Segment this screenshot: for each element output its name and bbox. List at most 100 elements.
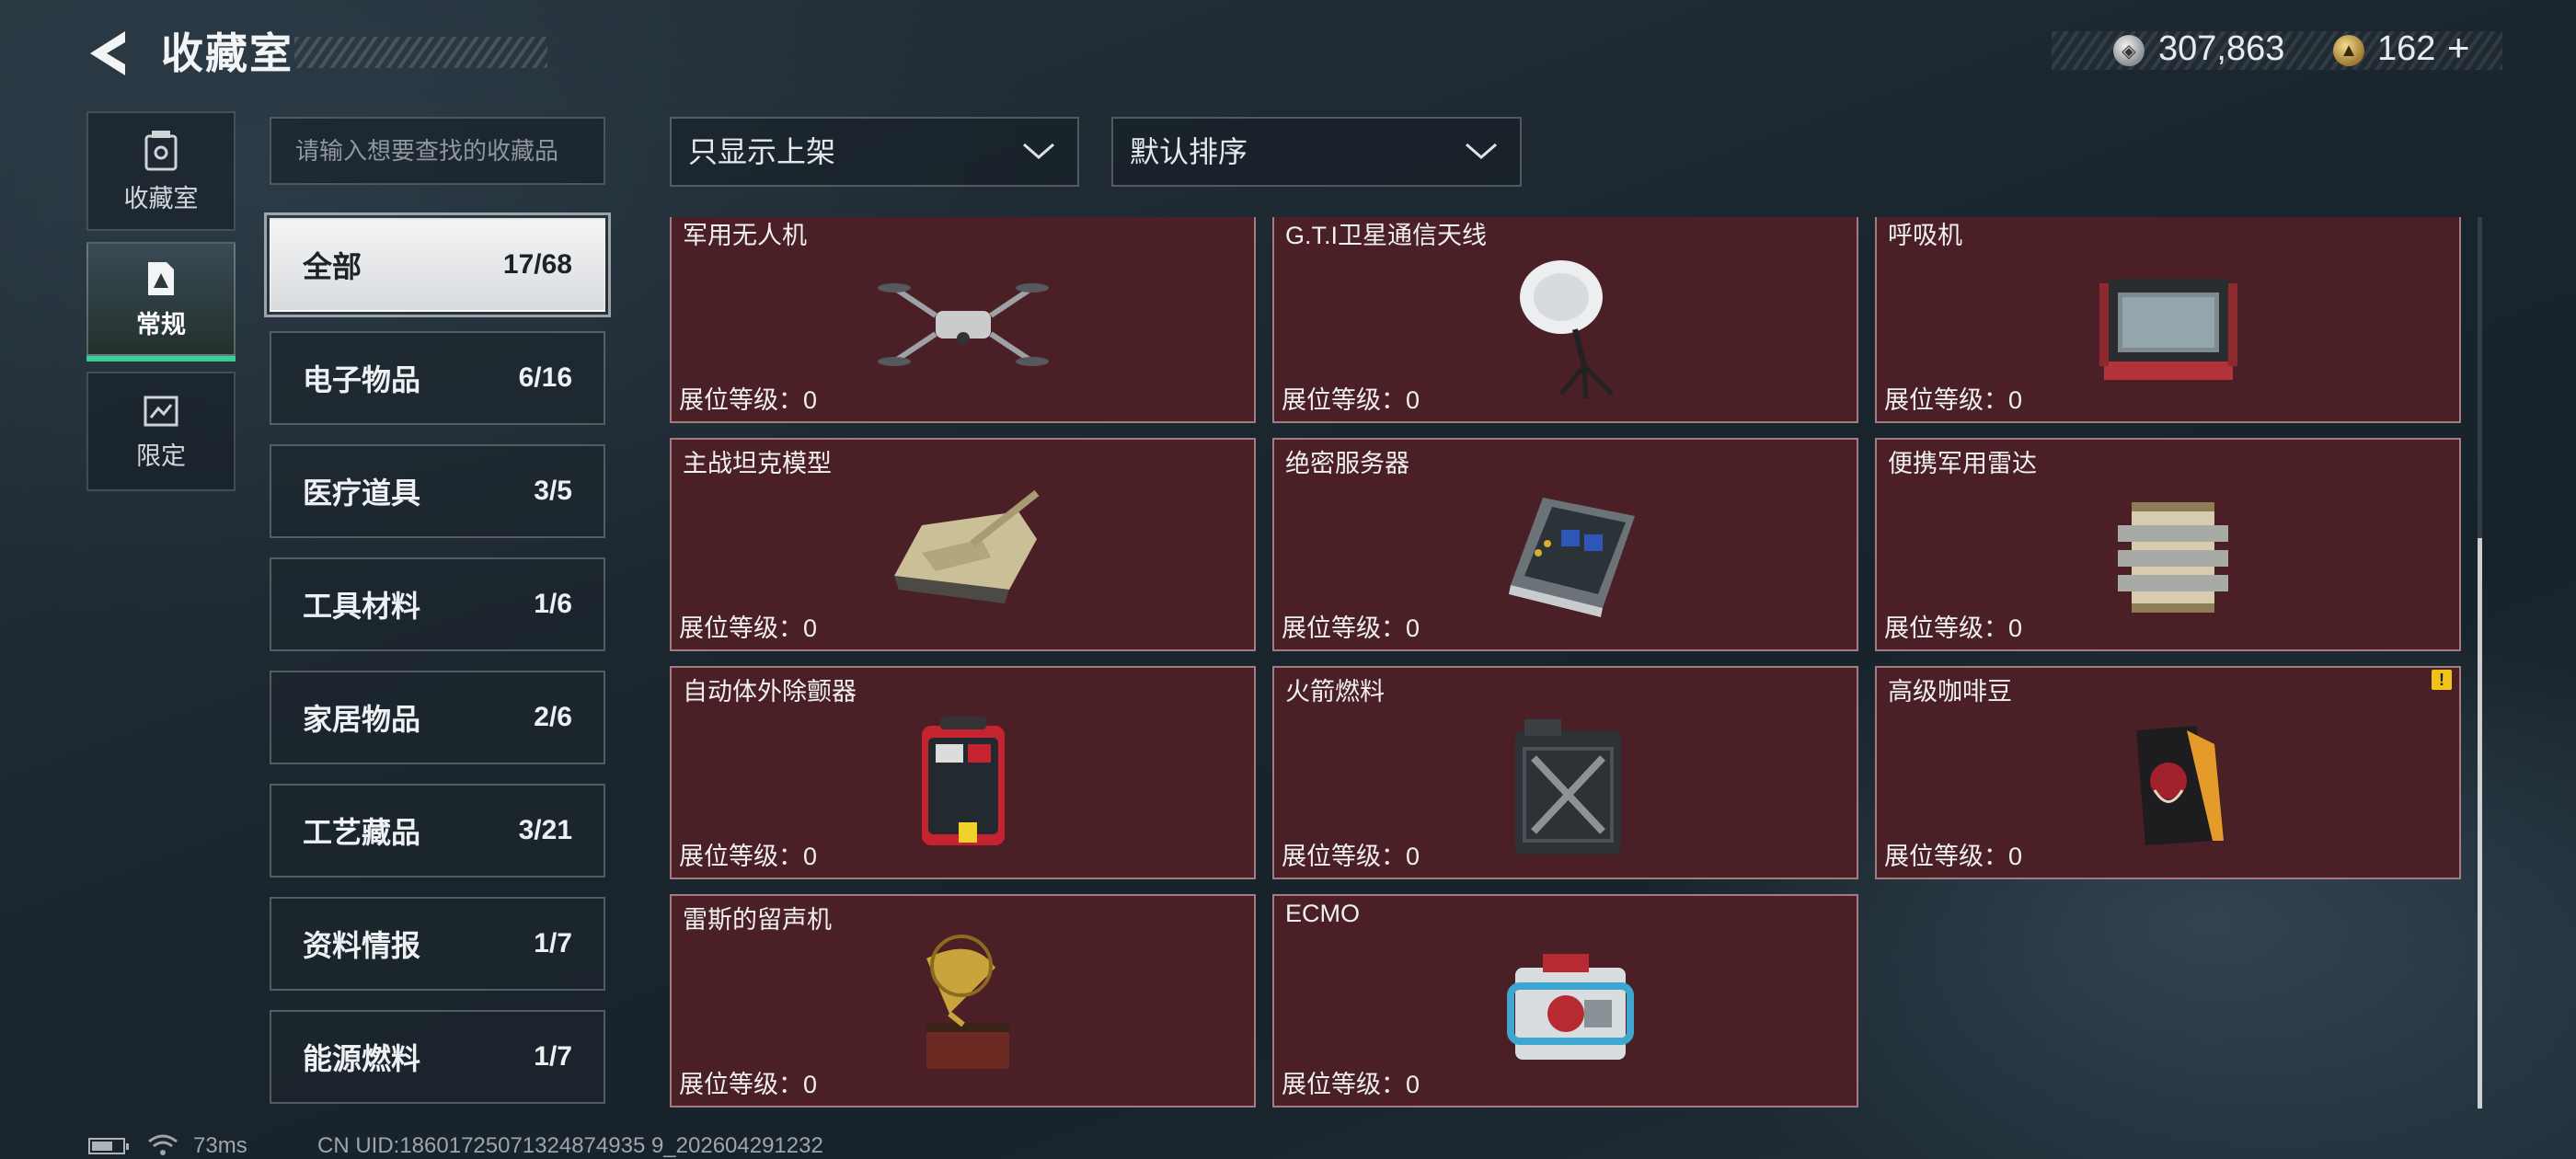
item-card[interactable]: 便携军用雷达 展位等级：0 — [1875, 438, 2461, 651]
item-name: 军用无人机 — [683, 222, 807, 249]
category-count: 2/6 — [534, 702, 572, 732]
category-name: 医疗道具 — [303, 476, 421, 510]
back-button[interactable] — [83, 26, 138, 81]
item-level: 展位等级：0 — [1884, 843, 2023, 870]
item-card[interactable]: 自动体外除颤器 展位等级：0 — [670, 666, 1256, 879]
battery-icon — [88, 1138, 129, 1154]
page-title: 收藏室 — [161, 29, 293, 77]
item-level: 展位等级：0 — [679, 614, 818, 642]
server-icon — [1508, 498, 1635, 617]
side-tab-label: 限定 — [136, 442, 186, 470]
item-card[interactable]: ECMO 展位等级：0 — [1272, 894, 1858, 1107]
add-currency-button[interactable]: + — [2447, 26, 2470, 70]
item-name: G.T.I卫星通信天线 — [1285, 222, 1488, 249]
category-household[interactable]: 家居物品 2/6 — [270, 671, 605, 764]
category-electronics[interactable]: 电子物品 6/16 — [270, 331, 605, 425]
chevron-down-icon — [1023, 143, 1054, 159]
limited-collection-icon — [144, 396, 178, 426]
category-count: 1/6 — [534, 589, 572, 619]
item-name: 主战坦克模型 — [683, 450, 832, 477]
item-name: 自动体外除颤器 — [683, 678, 857, 706]
category-count: 3/5 — [534, 476, 572, 506]
category-count: 6/16 — [518, 362, 572, 393]
display-filter-value: 只显示上架 — [688, 135, 836, 168]
collection-grid[interactable]: 军用无人机 展位等级：0 G.T.I卫星通信天线 展位等级：0 呼吸机 展位等级… — [670, 217, 2464, 1109]
satellite-dish-icon — [1519, 260, 1614, 399]
category-intel[interactable]: 资料情报 1/7 — [270, 897, 605, 991]
item-name: 便携军用雷达 — [1888, 450, 2037, 477]
display-filter-dropdown[interactable]: 只显示上架 — [670, 117, 1079, 187]
category-name: 能源燃料 — [303, 1042, 421, 1075]
item-card[interactable]: G.T.I卫星通信天线 展位等级：0 — [1272, 217, 1858, 423]
defibrillator-icon — [921, 717, 1005, 845]
item-level: 展位等级：0 — [679, 386, 818, 414]
sort-order-value: 默认排序 — [1130, 135, 1248, 168]
silver-currency-value: 307,863 — [2158, 29, 2285, 68]
sort-order-dropdown[interactable]: 默认排序 — [1111, 117, 1522, 187]
back-arrow-icon — [90, 31, 125, 75]
item-name: 绝密服务器 — [1285, 450, 1409, 477]
gramophone-icon — [926, 935, 1009, 1069]
category-medical[interactable]: 医疗道具 3/5 — [270, 444, 605, 538]
category-energy[interactable]: 能源燃料 1/7 — [270, 1010, 605, 1104]
item-level: 展位等级：0 — [1282, 843, 1420, 870]
ventilator-icon — [2099, 279, 2237, 380]
item-card[interactable]: 呼吸机 展位等级：0 — [1875, 217, 2461, 423]
side-tab-limited[interactable]: 限定 — [86, 372, 236, 491]
item-card[interactable]: 高级咖啡豆 ! 展位等级：0 — [1875, 666, 2461, 879]
item-card[interactable]: 火箭燃料 展位等级：0 — [1272, 666, 1858, 879]
item-level: 展位等级：0 — [1282, 1071, 1420, 1098]
category-all[interactable]: 全部 17/68 — [264, 212, 611, 317]
regular-collection-icon — [148, 261, 174, 295]
warning-badge: ! — [2432, 670, 2452, 690]
item-name: 呼吸机 — [1888, 222, 1962, 249]
ecmo-machine-icon — [1506, 954, 1634, 1060]
item-level: 展位等级：0 — [1282, 386, 1420, 414]
drone-icon — [877, 283, 1049, 366]
item-level: 展位等级：0 — [1884, 614, 2023, 642]
item-card[interactable]: 雷斯的留声机 展位等级：0 — [670, 894, 1256, 1107]
category-tools[interactable]: 工具材料 1/6 — [270, 557, 605, 651]
item-card[interactable]: 军用无人机 展位等级：0 — [670, 217, 1256, 423]
item-name: 雷斯的留声机 — [683, 906, 832, 934]
title-decoration — [294, 37, 547, 68]
collection-vault-icon — [144, 130, 178, 170]
item-level: 展位等级：0 — [679, 1071, 818, 1098]
category-name: 电子物品 — [303, 363, 421, 396]
side-tab-regular[interactable]: 常规 — [86, 242, 236, 361]
category-name: 资料情报 — [303, 929, 421, 962]
category-name: 工具材料 — [303, 590, 421, 623]
item-level: 展位等级：0 — [1282, 614, 1420, 642]
item-card[interactable]: 绝密服务器 展位等级：0 — [1272, 438, 1858, 651]
gold-currency-value: 162 — [2377, 29, 2436, 68]
grid-scroll-thumb[interactable] — [2478, 538, 2482, 1108]
category-count: 1/7 — [534, 1041, 572, 1072]
category-count: 1/7 — [534, 928, 572, 958]
user-uid: CN UID:18601725071324874935 9_2026042912… — [317, 1133, 823, 1158]
category-name: 工艺藏品 — [303, 816, 421, 849]
category-count: 17/68 — [502, 249, 572, 280]
silver-coin-icon: ◈ — [2113, 35, 2145, 66]
wifi-icon — [148, 1134, 178, 1155]
side-tab-label: 收藏室 — [123, 184, 199, 212]
tank-model-icon — [893, 489, 1039, 603]
side-tab-vault[interactable]: 收藏室 — [86, 111, 236, 231]
chevron-down-icon — [1466, 143, 1497, 159]
category-name: 全部 — [303, 250, 362, 283]
side-tab-label: 常规 — [136, 310, 186, 339]
category-crafts[interactable]: 工艺藏品 3/21 — [270, 784, 605, 878]
fuel-canister-icon — [1514, 719, 1621, 855]
item-name: ECMO — [1285, 900, 1360, 927]
category-count: 3/21 — [518, 815, 572, 845]
item-level: 展位等级：0 — [679, 843, 818, 870]
category-name: 家居物品 — [303, 703, 421, 736]
item-name: 火箭燃料 — [1285, 678, 1385, 706]
gold-coin-icon: ▲ — [2333, 35, 2364, 66]
search-input[interactable]: 请输入想要查找的收藏品 — [270, 117, 605, 185]
item-level: 展位等级：0 — [1884, 386, 2023, 414]
item-name: 高级咖啡豆 — [1888, 678, 2012, 706]
network-ping: 73ms — [193, 1133, 247, 1158]
radar-icon — [2117, 502, 2228, 613]
coffee-bag-icon — [2135, 726, 2224, 845]
item-card[interactable]: 主战坦克模型 展位等级：0 — [670, 438, 1256, 651]
